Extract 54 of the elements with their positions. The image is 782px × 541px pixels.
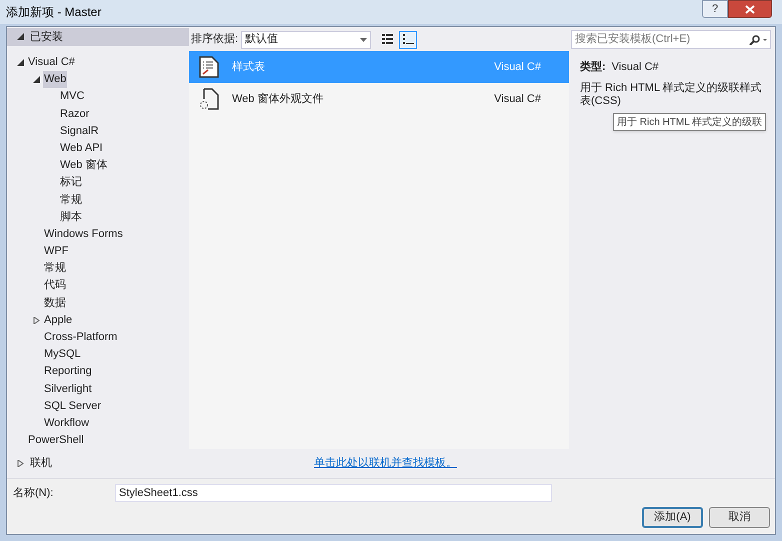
expanded-arrow-icon[interactable] [17,58,24,66]
tree-item[interactable]: SignalR [59,122,100,140]
search-icon [749,34,767,44]
type-label: 类型: [580,60,606,75]
expanded-arrow-icon[interactable] [17,33,24,40]
tree-item[interactable]: WPF [43,243,70,260]
list-icon [402,34,414,45]
add-button[interactable]: 添加(A) [642,507,703,528]
tree-item[interactable]: Apple [43,312,74,328]
collapsed-arrow-icon[interactable] [17,460,24,467]
tree-item[interactable]: Reporting [43,363,93,380]
description-text: 用于 Rich HTML 样式定义的级联样式表(CSS) [580,82,763,108]
sort-dropdown[interactable]: 默认值 [241,30,372,48]
grid-icon [382,34,393,45]
window-title: 添加新项 - Master [6,4,102,21]
tree-item[interactable]: 标记 [59,174,83,191]
tree-item[interactable]: Razor [59,106,90,122]
tree-item[interactable]: Cross-Platform [43,329,118,346]
online-link[interactable]: 单击此处以联机并查找模板。 [314,455,457,472]
tree-item[interactable]: Web 窗体 [59,157,108,174]
tree-item[interactable]: 常规 [59,192,83,208]
template-item[interactable]: Web 窗体外观文件 Visual C# [189,83,569,115]
sidebar-header[interactable]: 联机 [7,455,189,472]
type-value: Visual C# [612,60,659,75]
search-field[interactable]: 搜索已安装模板(Ctrl+E) [571,30,771,49]
sidebar-header[interactable]: 已安装 [7,28,189,46]
tree-item[interactable]: 脚本 [59,208,83,226]
tree-item[interactable]: Visual C# [27,54,76,71]
list-view-button[interactable] [399,30,418,48]
cancel-button[interactable]: 取消 [709,507,770,528]
tree-item[interactable]: MVC [59,88,86,105]
help-button[interactable]: ? [702,0,728,18]
tree-item[interactable]: MySQL [43,346,82,363]
name-field[interactable]: StyleSheet1.css [115,484,552,502]
tree-item[interactable]: Workflow [43,414,90,432]
tooltip: 用于 Rich HTML 样式定义的级联 [613,113,766,131]
collapsed-arrow-icon[interactable] [33,316,40,324]
tree-item[interactable]: Web API [59,140,104,156]
caret-icon [360,38,368,42]
name-label: 名称(N): [13,486,54,501]
tree-item[interactable]: Web [43,71,68,88]
close-icon [745,4,755,14]
tree-item[interactable]: SQL Server [43,398,102,414]
tree-item[interactable]: Silverlight [43,380,93,398]
skin-file-icon [199,88,219,110]
tree-item[interactable]: PowerShell [27,432,85,449]
sort-label: 排序依据: [191,32,238,48]
expanded-arrow-icon[interactable] [33,76,40,83]
tree-item[interactable]: Windows Forms [43,226,124,242]
close-button[interactable] [728,0,772,18]
tree-item[interactable]: 数据 [43,294,67,312]
tree-item[interactable]: 代码 [43,277,67,294]
stylesheet-file-icon [199,56,219,78]
tree-item[interactable]: 常规 [43,260,67,277]
